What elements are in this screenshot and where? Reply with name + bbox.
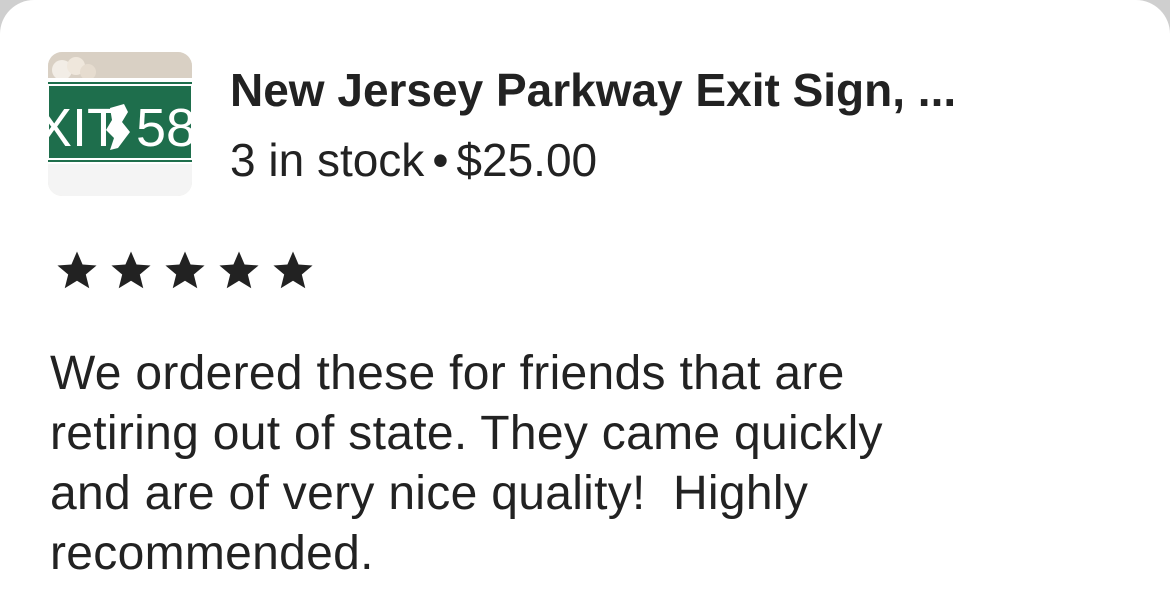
review-text: We ordered these for friends that are re… — [50, 347, 883, 580]
star-filled-icon — [165, 251, 205, 289]
product-thumbnail[interactable]: XIT 58 — [48, 52, 192, 196]
product-thumbnail-image: XIT 58 — [48, 52, 192, 196]
review-card: XIT 58 New Jersey Parkway Exit Sign, ...… — [0, 0, 1170, 608]
star-rating — [52, 248, 318, 294]
listing-meta: 3 in stock • $25.00 — [230, 130, 597, 190]
star-filled-icon — [219, 251, 259, 289]
star-filled-icon — [57, 251, 97, 289]
meta-separator: • — [432, 134, 449, 186]
star-filled-icon — [273, 251, 313, 289]
star-filled-icon — [111, 251, 151, 289]
listing-price: $25.00 — [456, 134, 598, 186]
stock-status: 3 in stock — [230, 134, 425, 186]
sign-text-right: 58 — [136, 98, 192, 158]
listing-title[interactable]: New Jersey Parkway Exit Sign, ... — [230, 58, 1090, 122]
